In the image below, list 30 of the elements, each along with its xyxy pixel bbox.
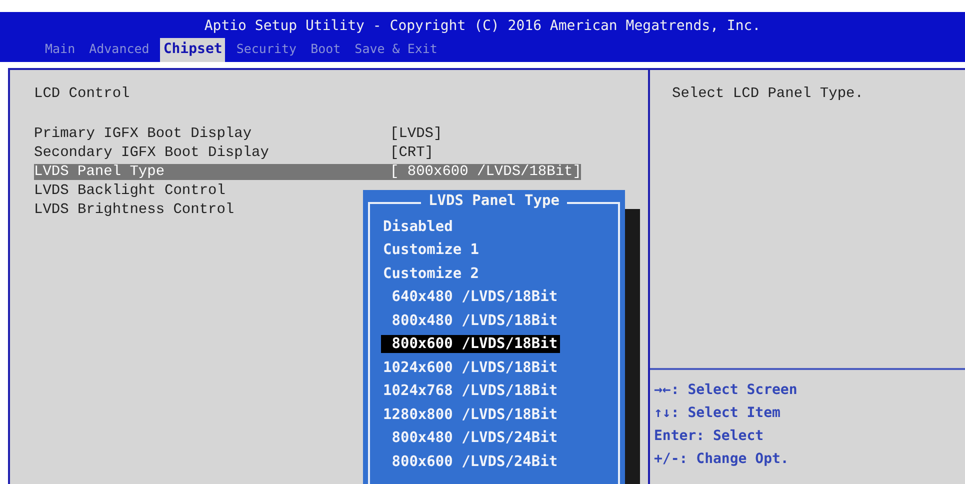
key-hint: →←: Select Screen: [653, 382, 798, 400]
setting-value[interactable]: [ 800x600 /LVDS/18Bit]: [390, 164, 582, 180]
key-hint: Enter: Select: [653, 428, 765, 446]
popup-option[interactable]: 800x480 /LVDS/18Bit: [381, 312, 560, 330]
menu-tab[interactable]: Main: [42, 38, 78, 62]
popup-option[interactable]: 1024x768 /LVDS/18Bit: [381, 382, 560, 400]
menu-tab[interactable]: Security: [233, 38, 300, 62]
menu-tab[interactable]: Boot: [308, 38, 344, 62]
popup-option[interactable]: 1024x600 /LVDS/18Bit: [381, 358, 560, 377]
popup-option[interactable]: 800x600 /LVDS/24Bit: [381, 452, 560, 471]
popup-option[interactable]: 1280x800 /LVDS/18Bit: [381, 406, 560, 424]
setting-label[interactable]: LVDS Panel Type: [34, 164, 390, 180]
section-title: LCD Control: [34, 86, 131, 102]
popup-option[interactable]: Customize 1: [381, 241, 482, 260]
window-title: Aptio Setup Utility - Copyright (C) 2016 American Megatrends, Inc.: [204, 17, 761, 36]
setting-label[interactable]: Secondary IGFX Boot Display: [34, 144, 390, 160]
popup-option[interactable]: Customize 2: [381, 264, 482, 283]
help-text: Select LCD Panel Type.: [671, 85, 864, 104]
setting-label[interactable]: Primary IGFX Boot Display: [34, 126, 390, 142]
popup-option[interactable]: 640x480 /LVDS/18Bit: [381, 288, 560, 306]
menu-tab[interactable]: Save & Exit: [352, 38, 440, 62]
menu-tab[interactable]: Advanced: [86, 38, 152, 62]
popup-option[interactable]: 800x480 /LVDS/24Bit: [381, 429, 560, 448]
setting-value[interactable]: [LVDS]: [390, 126, 442, 142]
menu-tab[interactable]: Chipset: [160, 38, 226, 62]
popup-option[interactable]: Disabled: [381, 218, 455, 236]
setting-value[interactable]: [CRT]: [390, 144, 434, 160]
key-hint: ↑↓: Select Item: [653, 405, 782, 423]
key-hint: +/-: Change Opt.: [653, 451, 790, 469]
popup-option[interactable]: 800x600 /LVDS/18Bit: [381, 335, 560, 354]
